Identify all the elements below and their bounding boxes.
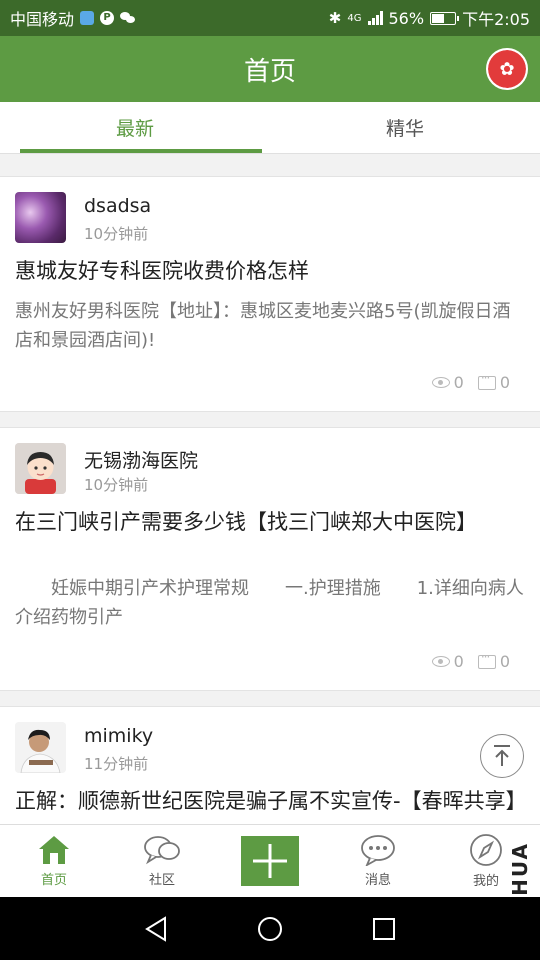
notification-app-icon (80, 11, 95, 25)
tab-featured[interactable]: 精华 (270, 102, 540, 153)
brand-watermark: HUA (508, 842, 532, 896)
post-excerpt: 惠州友好男科医院【地址】：惠城区麦地麦兴路5号(凯旋假日酒店和景园酒店间)! (15, 301, 511, 351)
system-navigation-bar (0, 897, 540, 960)
battery-percent: 56% (388, 8, 425, 28)
carrier-label: 中国移动 (10, 10, 75, 29)
post-card[interactable]: mimiky 11分钟前 正解：顺德新世纪医院是骗子属不实宣传-【春晖共享】 (0, 706, 540, 824)
signal-icon (367, 11, 383, 25)
nav-messages[interactable]: 消息 (324, 825, 432, 897)
parking-icon: P (100, 11, 115, 25)
message-icon (361, 835, 395, 866)
back-icon[interactable] (144, 915, 168, 942)
view-count-value: 0 (453, 652, 464, 671)
post-time: 10分钟前 (84, 225, 149, 243)
status-bar: 中国移动 P ✱ 4G 56% 下午2:05 (0, 0, 540, 36)
post-author-avatar[interactable] (15, 443, 66, 494)
post-time: 11分钟前 (84, 755, 149, 773)
add-post-button[interactable] (241, 836, 299, 886)
nav-home[interactable]: 首页 (0, 825, 108, 897)
post-title[interactable]: 在三门峡引产需要多少钱【找三门峡郑大中医院】 (15, 508, 525, 537)
post-author-name[interactable]: dsadsa (84, 195, 151, 217)
post-title[interactable]: 正解：顺德新世纪医院是骗子属不实宣传-【春晖共享】 (15, 787, 527, 816)
avatar-flower-icon: ✿ (488, 50, 526, 88)
page-title: 首页 (243, 56, 296, 87)
post-card[interactable]: dsadsa 10分钟前 惠城友好专科医院收费价格怎样 惠州友好男科医院【地址】… (0, 176, 540, 412)
battery-icon (430, 11, 460, 25)
eye-icon (431, 377, 450, 388)
view-count: 0 (431, 652, 464, 671)
comment-icon (477, 650, 496, 669)
nav-messages-label: 消息 (364, 873, 391, 888)
plus-icon (253, 844, 287, 878)
clock: 下午2:05 (462, 10, 530, 29)
post-time: 10分钟前 (84, 476, 149, 494)
recents-icon[interactable] (372, 917, 396, 941)
nav-home-label: 首页 (40, 873, 67, 888)
nav-community[interactable]: 社区 (108, 825, 216, 897)
post-card[interactable]: 无锡渤海医院 10分钟前 在三门峡引产需要多少钱【找三门峡郑大中医院】 妊娠中期… (0, 427, 540, 691)
chat-bubbles-icon (144, 836, 180, 865)
post-title[interactable]: 惠城友好专科医院收费价格怎样 (15, 257, 525, 286)
post-stats: 0 0 (431, 650, 510, 671)
home-icon (39, 836, 69, 864)
tab-latest[interactable]: 最新 (0, 102, 270, 153)
scroll-to-top-button[interactable] (480, 734, 524, 778)
post-author-avatar[interactable] (15, 722, 66, 773)
nav-mine-label: 我的 (472, 874, 499, 889)
nav-add[interactable] (216, 825, 324, 897)
post-stats: 0 0 (431, 371, 510, 392)
wechat-icon (120, 12, 136, 24)
post-author-name[interactable]: 无锡渤海医院 (84, 446, 198, 473)
comment-count-value: 0 (499, 652, 510, 671)
post-author-name[interactable]: mimiky (84, 725, 153, 747)
app-header: 首页 ✿ (0, 36, 540, 102)
comment-count: 0 (477, 650, 510, 671)
bluetooth-icon: ✱ (328, 9, 342, 27)
comment-count: 0 (477, 371, 510, 392)
post-author-avatar[interactable] (15, 192, 66, 243)
user-avatar[interactable]: ✿ (486, 48, 528, 90)
bottom-navigation: 首页 社区 消息 我的 (0, 824, 540, 897)
post-excerpt: 妊娠中期引产术护理常规 一.护理措施 1.详细向病人介绍药物引产 (15, 578, 524, 628)
arrow-up-icon (494, 745, 510, 766)
network-type-label: 4G (347, 12, 362, 24)
post-feed[interactable]: dsadsa 10分钟前 惠城友好专科医院收费价格怎样 惠州友好男科医院【地址】… (0, 160, 540, 824)
eye-icon (431, 656, 450, 667)
comment-count-value: 0 (499, 373, 510, 392)
nav-community-label: 社区 (148, 873, 175, 888)
comment-icon (477, 371, 496, 390)
compass-icon (470, 834, 502, 866)
feed-tabs: 最新 精华 (0, 102, 540, 154)
view-count-value: 0 (453, 373, 464, 392)
home-circle-icon[interactable] (257, 916, 283, 942)
view-count: 0 (431, 373, 464, 392)
